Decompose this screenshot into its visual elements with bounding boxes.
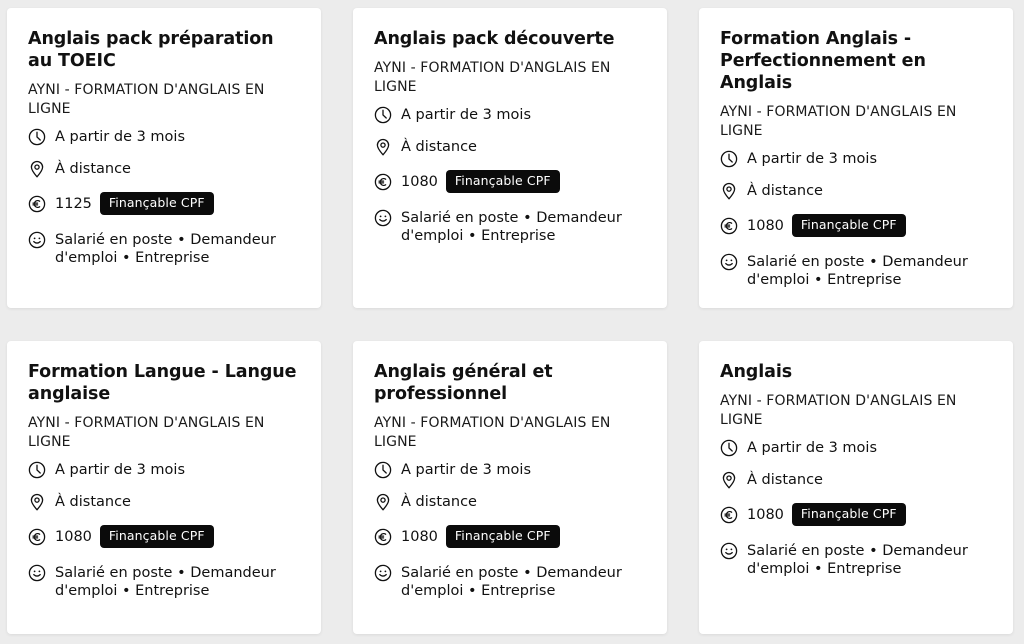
location-text: À distance [401, 139, 477, 155]
card-organization: AYNI - FORMATION D'ANGLAIS EN LIGNE [28, 82, 265, 117]
price-value: 1080 [747, 506, 784, 523]
audience-text: Salarié en poste • Demandeur d'emploi • … [401, 565, 622, 599]
audience-text: Salarié en poste • Demandeur d'emploi • … [55, 565, 276, 599]
training-card[interactable]: Formation Anglais - Perfectionnement en … [699, 8, 1013, 308]
location-row: À distance [374, 138, 647, 156]
duration-text: A partir de 3 mois [55, 129, 186, 145]
card-organization: AYNI - FORMATION D'ANGLAIS EN LIGNE [374, 60, 611, 95]
location-text: À distance [55, 494, 131, 510]
price-row: 1080 Finançable CPF [720, 503, 993, 526]
euro-icon [374, 528, 392, 546]
card-title[interactable]: Anglais général et professionnel [374, 361, 647, 405]
clock-icon [720, 150, 738, 168]
price-value: 1080 [401, 173, 438, 190]
euro-icon [374, 173, 392, 191]
card-title[interactable]: Anglais pack découverte [374, 28, 647, 50]
map-pin-icon [374, 138, 392, 156]
price-row: 1080 Finançable CPF [374, 170, 647, 193]
euro-icon [28, 528, 46, 546]
duration-text: A partir de 3 mois [747, 151, 878, 167]
duration-text: A partir de 3 mois [401, 107, 532, 123]
location-text: À distance [401, 494, 477, 510]
audience-row: Salarié en poste • Demandeur d'emploi • … [28, 563, 301, 600]
audience-text: Salarié en poste • Demandeur d'emploi • … [747, 543, 968, 577]
card-title[interactable]: Anglais pack préparation au TOEIC [28, 28, 301, 72]
map-pin-icon [720, 471, 738, 489]
price-row: 1080 Finançable CPF [28, 525, 301, 548]
smiley-icon [720, 253, 738, 271]
audience-row: Salarié en poste • Demandeur d'emploi • … [374, 208, 647, 245]
duration-text: A partir de 3 mois [55, 462, 186, 478]
duration-row: A partir de 3 mois [28, 461, 301, 479]
smiley-icon [374, 564, 392, 582]
smiley-icon [720, 542, 738, 560]
audience-text: Salarié en poste • Demandeur d'emploi • … [55, 232, 276, 266]
training-card[interactable]: Anglais pack préparation au TOEIC AYNI -… [7, 8, 321, 308]
price-row: 1080 Finançable CPF [374, 525, 647, 548]
card-organization: AYNI - FORMATION D'ANGLAIS EN LIGNE [374, 415, 611, 450]
clock-icon [374, 106, 392, 124]
euro-icon [28, 195, 46, 213]
price-value: 1125 [55, 195, 92, 212]
price-row: 1125 Finançable CPF [28, 192, 301, 215]
card-organization: AYNI - FORMATION D'ANGLAIS EN LIGNE [28, 415, 265, 450]
cpf-badge: Finançable CPF [445, 170, 560, 193]
map-pin-icon [28, 493, 46, 511]
clock-icon [28, 128, 46, 146]
cpf-badge: Finançable CPF [99, 192, 214, 215]
location-row: À distance [720, 471, 993, 489]
duration-row: A partir de 3 mois [720, 439, 993, 457]
cpf-badge: Finançable CPF [791, 214, 906, 237]
location-row: À distance [374, 493, 647, 511]
audience-row: Salarié en poste • Demandeur d'emploi • … [28, 230, 301, 267]
clock-icon [28, 461, 46, 479]
smiley-icon [28, 564, 46, 582]
audience-row: Salarié en poste • Demandeur d'emploi • … [374, 563, 647, 600]
location-row: À distance [28, 493, 301, 511]
duration-text: A partir de 3 mois [401, 462, 532, 478]
map-pin-icon [28, 160, 46, 178]
location-text: À distance [747, 472, 823, 488]
audience-row: Salarié en poste • Demandeur d'emploi • … [720, 541, 993, 578]
card-title[interactable]: Formation Anglais - Perfectionnement en … [720, 28, 993, 94]
training-card[interactable]: Formation Langue - Langue anglaise AYNI … [7, 341, 321, 634]
card-organization: AYNI - FORMATION D'ANGLAIS EN LIGNE [720, 393, 957, 428]
card-title[interactable]: Anglais [720, 361, 993, 383]
map-pin-icon [720, 182, 738, 200]
location-text: À distance [747, 183, 823, 199]
duration-row: A partir de 3 mois [28, 128, 301, 146]
audience-text: Salarié en poste • Demandeur d'emploi • … [747, 254, 968, 288]
clock-icon [374, 461, 392, 479]
training-card[interactable]: Anglais général et professionnel AYNI - … [353, 341, 667, 634]
euro-icon [720, 217, 738, 235]
card-organization: AYNI - FORMATION D'ANGLAIS EN LIGNE [720, 104, 957, 139]
card-title[interactable]: Formation Langue - Langue anglaise [28, 361, 301, 405]
duration-text: A partir de 3 mois [747, 440, 878, 456]
audience-text: Salarié en poste • Demandeur d'emploi • … [401, 210, 622, 244]
audience-row: Salarié en poste • Demandeur d'emploi • … [720, 252, 993, 289]
location-row: À distance [28, 160, 301, 178]
price-value: 1080 [55, 528, 92, 545]
duration-row: A partir de 3 mois [720, 150, 993, 168]
price-value: 1080 [747, 217, 784, 234]
training-card[interactable]: Anglais pack découverte AYNI - FORMATION… [353, 8, 667, 308]
training-card[interactable]: Anglais AYNI - FORMATION D'ANGLAIS EN LI… [699, 341, 1013, 634]
clock-icon [720, 439, 738, 457]
duration-row: A partir de 3 mois [374, 461, 647, 479]
price-value: 1080 [401, 528, 438, 545]
smiley-icon [28, 231, 46, 249]
duration-row: A partir de 3 mois [374, 106, 647, 124]
price-row: 1080 Finançable CPF [720, 214, 993, 237]
location-row: À distance [720, 182, 993, 200]
map-pin-icon [374, 493, 392, 511]
smiley-icon [374, 209, 392, 227]
cpf-badge: Finançable CPF [791, 503, 906, 526]
location-text: À distance [55, 161, 131, 177]
cpf-badge: Finançable CPF [445, 525, 560, 548]
euro-icon [720, 506, 738, 524]
cpf-badge: Finançable CPF [99, 525, 214, 548]
